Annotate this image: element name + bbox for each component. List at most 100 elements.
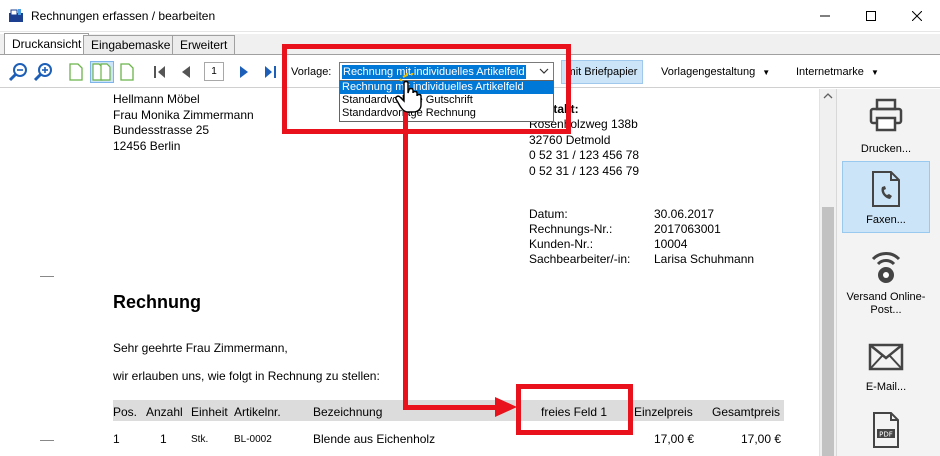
vertical-scrollbar[interactable] xyxy=(819,89,836,456)
email-icon xyxy=(868,343,904,371)
meta-invoice-number: Rechnungs-Nr.: 2017063001 xyxy=(529,222,721,236)
scrollbar-thumb[interactable] xyxy=(822,207,834,456)
meta-label: Rechnungs-Nr.: xyxy=(529,222,613,236)
col-einheit: Einheit xyxy=(191,405,228,419)
single-page-button[interactable] xyxy=(66,61,86,83)
tab-druckansicht[interactable]: Druckansicht xyxy=(4,33,90,55)
caret-down-icon: ▼ xyxy=(762,68,771,77)
fold-mark xyxy=(40,276,54,277)
row-gesamtpreis: 17,00 € xyxy=(741,432,782,446)
zoom-out-icon xyxy=(8,63,27,82)
document-heading: Rechnung xyxy=(113,292,201,312)
maximize-button[interactable] xyxy=(848,0,894,32)
annotation-box-freies-feld xyxy=(516,384,633,435)
contact-phone: 0 52 31 / 123 456 78 xyxy=(529,148,640,163)
fax-icon xyxy=(872,171,900,207)
recipient-city: 12456 Berlin xyxy=(113,139,181,154)
meta-label: Datum: xyxy=(529,207,568,221)
svg-text:PDF: PDF xyxy=(879,431,893,439)
internetmarke-label: Internetmarke xyxy=(796,66,864,78)
email-button[interactable]: E-Mail... xyxy=(842,343,930,401)
close-button[interactable] xyxy=(894,0,940,32)
annotation-arrowhead xyxy=(495,397,517,417)
recipient-address: Hellmann Möbel Frau Monika Zimmermann Bu… xyxy=(113,92,254,155)
contact-fax: 0 52 31 / 123 456 79 xyxy=(529,164,640,179)
annotation-line-vertical xyxy=(403,107,408,410)
row-pos: 1 xyxy=(113,432,120,446)
window-title: Rechnungen erfassen / bearbeiten xyxy=(31,9,216,23)
page-width-button[interactable] xyxy=(117,61,137,83)
tab-erweitert[interactable]: Erweitert xyxy=(172,35,236,54)
col-anzahl: Anzahl xyxy=(146,405,183,419)
minimize-icon xyxy=(820,15,830,17)
last-page-icon xyxy=(265,66,276,78)
recipient-street: Bundesstrasse 25 xyxy=(113,123,210,138)
arrow-right-icon xyxy=(240,66,248,78)
page-icon xyxy=(120,63,134,81)
meta-label: Kunden-Nr.: xyxy=(529,237,594,251)
document-preview: Hellmann Möbel Frau Monika Zimmermann Bu… xyxy=(0,89,836,456)
vorlagengestaltung-menu[interactable]: Vorlagengestaltung ▼ xyxy=(661,66,770,78)
print-label: Drucken... xyxy=(860,143,912,155)
meta-customer-number: Kunden-Nr.: 10004 xyxy=(529,237,687,251)
two-page-button[interactable] xyxy=(90,61,114,83)
intro-text: wir erlauben uns, wie folgt in Rechnung … xyxy=(113,369,380,383)
two-pages-icon xyxy=(92,63,111,81)
annotation-line-horizontal xyxy=(403,405,503,410)
meta-date: Datum: 30.06.2017 xyxy=(529,207,714,221)
col-artikelnr: Artikelnr. xyxy=(234,405,281,419)
meta-label: Sachbearbeiter/-in: xyxy=(529,252,631,266)
col-pos: Pos. xyxy=(113,405,138,419)
vorlagengestaltung-label: Vorlagengestaltung xyxy=(661,66,756,78)
row-einheit: Stk. xyxy=(191,434,209,445)
online-post-icon xyxy=(871,252,901,283)
online-post-label: Versand Online-Post... xyxy=(846,291,926,316)
fax-button[interactable]: Faxen... xyxy=(842,161,930,233)
row-einzelpreis: 17,00 € xyxy=(654,432,695,446)
maximize-icon xyxy=(866,11,876,21)
col-bezeichnung: Bezeichnung xyxy=(313,405,383,419)
fold-mark xyxy=(40,440,54,441)
next-page-button[interactable] xyxy=(234,61,254,83)
pdf-button[interactable]: PDF xyxy=(842,411,930,453)
tab-eingabemaske[interactable]: Eingabemaske xyxy=(83,35,179,54)
previous-page-button[interactable] xyxy=(176,61,196,83)
recipient-name: Frau Monika Zimmermann xyxy=(113,107,254,122)
annotation-box-vorlage xyxy=(282,44,571,134)
first-page-icon xyxy=(154,66,165,78)
printer-icon xyxy=(869,98,903,132)
first-page-button[interactable] xyxy=(150,61,170,83)
caret-down-icon: ▼ xyxy=(870,68,879,77)
email-label: E-Mail... xyxy=(865,381,907,393)
recipient-company: Hellmann Möbel xyxy=(113,92,200,106)
title-bar: Rechnungen erfassen / bearbeiten xyxy=(0,0,940,32)
meta-clerk: Sachbearbeiter/-in: Larisa Schuhmann xyxy=(529,252,754,266)
internetmarke-menu[interactable]: Internetmarke ▼ xyxy=(796,66,879,78)
scroll-up-icon[interactable] xyxy=(820,89,836,103)
action-sidebar: Drucken... Faxen... Versand Online-Post.… xyxy=(836,89,940,456)
pdf-icon: PDF xyxy=(873,412,899,448)
close-icon xyxy=(912,11,922,21)
online-post-button[interactable]: Versand Online-Post... xyxy=(842,247,930,321)
meta-value: 30.06.2017 xyxy=(654,207,715,221)
meta-value: 10004 xyxy=(654,237,688,251)
meta-value: Larisa Schuhmann xyxy=(654,252,755,266)
last-page-button[interactable] xyxy=(260,61,280,83)
zoom-in-button[interactable] xyxy=(33,61,53,83)
page-icon xyxy=(69,63,83,81)
zoom-out-button[interactable] xyxy=(8,61,28,83)
briefpapier-button[interactable]: mit Briefpapier xyxy=(561,60,643,84)
contact-city: 32760 Detmold xyxy=(529,132,611,147)
print-button[interactable]: Drucken... xyxy=(842,97,930,163)
zoom-in-icon xyxy=(33,63,52,82)
col-gesamtpreis: Gesamtpreis xyxy=(712,405,781,419)
app-icon xyxy=(9,9,23,22)
page-number-input[interactable]: 1 xyxy=(204,62,224,81)
row-bezeichnung: Blende aus Eichenholz xyxy=(313,432,436,446)
minimize-button[interactable] xyxy=(802,0,848,32)
row-artikelnr: BL-0002 xyxy=(234,434,272,445)
row-anzahl: 1 xyxy=(160,432,167,446)
arrow-left-icon xyxy=(182,66,190,78)
col-einzelpreis: Einzelpreis xyxy=(634,405,693,419)
meta-value: 2017063001 xyxy=(654,222,721,236)
